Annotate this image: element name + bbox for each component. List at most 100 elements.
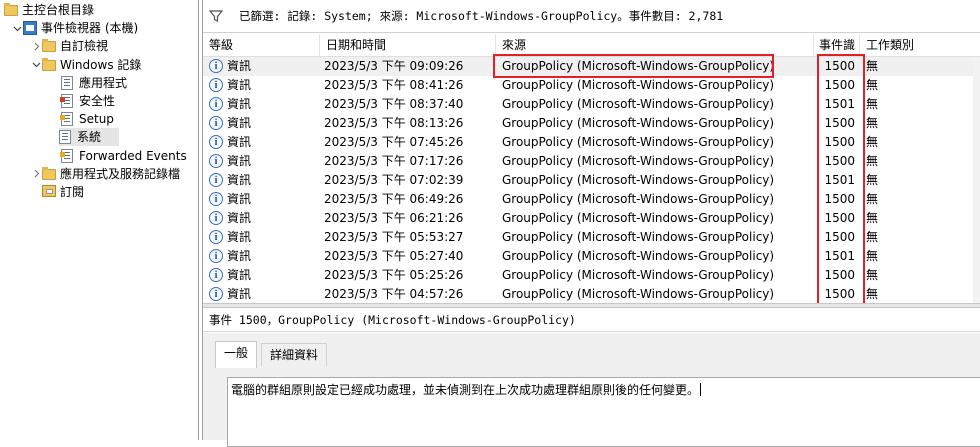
event-source: GroupPolicy (Microsoft-Windows-GroupPoli… bbox=[502, 135, 775, 149]
column-level[interactable]: 等級 bbox=[203, 34, 320, 56]
event-level: 資訊 bbox=[227, 97, 252, 111]
event-description[interactable]: 電腦的群組原則設定已經成功處理，並未偵測到在上次成功處理群組原則後的任何變更。 bbox=[227, 377, 980, 447]
highlight-event-id-box bbox=[817, 54, 865, 307]
event-date: 2023/5/3 下午 08:13:26 bbox=[324, 116, 464, 130]
filter-text: 已篩選: 記錄: System; 來源: Microsoft-Windows-G… bbox=[239, 9, 724, 23]
info-icon: i bbox=[209, 211, 223, 225]
event-level: 資訊 bbox=[227, 192, 252, 206]
event-task: 無 bbox=[866, 230, 879, 244]
tree-item[interactable]: 事件檢視器 (本機) bbox=[11, 19, 138, 37]
info-icon: i bbox=[209, 230, 223, 244]
tree-item-label: Forwarded Events bbox=[79, 148, 187, 163]
event-task: 無 bbox=[866, 249, 879, 263]
tree-item[interactable]: 安全性 bbox=[49, 92, 115, 110]
tree-item-label: 應用程式及服務記錄檔 bbox=[60, 166, 181, 181]
event-date: 2023/5/3 下午 08:41:26 bbox=[324, 78, 464, 92]
event-date: 2023/5/3 下午 05:53:27 bbox=[324, 230, 464, 244]
text-caret bbox=[700, 383, 702, 396]
column-event-id[interactable]: 事件識別碼 bbox=[814, 34, 860, 74]
column-task[interactable]: 工作類別 bbox=[860, 34, 980, 56]
event-level: 資訊 bbox=[227, 173, 252, 187]
event-date: 2023/5/3 下午 06:49:26 bbox=[324, 192, 464, 206]
event-date: 2023/5/3 下午 05:27:40 bbox=[324, 249, 464, 263]
event-source: GroupPolicy (Microsoft-Windows-GroupPoli… bbox=[502, 287, 775, 301]
tree-item-label: 主控台根目錄 bbox=[22, 3, 95, 17]
event-level: 資訊 bbox=[227, 59, 252, 73]
event-source: GroupPolicy (Microsoft-Windows-GroupPoli… bbox=[502, 97, 775, 111]
event-task: 無 bbox=[866, 268, 879, 282]
event-task: 無 bbox=[866, 287, 879, 301]
event-level: 資訊 bbox=[227, 211, 252, 225]
event-level: 資訊 bbox=[227, 135, 252, 149]
event-list-scrollbar[interactable] bbox=[973, 57, 980, 303]
column-source[interactable]: 來源 bbox=[496, 34, 814, 56]
event-source: GroupPolicy (Microsoft-Windows-GroupPoli… bbox=[502, 249, 775, 263]
tree-item[interactable]: 應用程式及服務記錄檔 bbox=[30, 165, 180, 183]
chevron-down-icon[interactable] bbox=[11, 19, 23, 37]
log-icon bbox=[60, 112, 75, 127]
event-viewer-icon bbox=[23, 21, 37, 36]
column-date[interactable]: 日期和時間 bbox=[320, 34, 496, 56]
tree-item-label: 安全性 bbox=[79, 94, 116, 108]
filter-bar: 已篩選: 記錄: System; 來源: Microsoft-Windows-G… bbox=[203, 0, 980, 33]
event-source: GroupPolicy (Microsoft-Windows-GroupPoli… bbox=[502, 192, 775, 206]
event-date: 2023/5/3 下午 04:57:26 bbox=[324, 287, 464, 301]
chevron-down-icon[interactable] bbox=[30, 56, 42, 74]
event-source: GroupPolicy (Microsoft-Windows-GroupPoli… bbox=[502, 173, 775, 187]
log-icon bbox=[59, 130, 73, 145]
event-task: 無 bbox=[866, 192, 879, 206]
highlight-source-box bbox=[493, 54, 774, 78]
event-list-pane: 已篩選: 記錄: System; 來源: Microsoft-Windows-G… bbox=[202, 0, 980, 447]
log-icon bbox=[60, 148, 75, 163]
event-description-text: 電腦的群組原則設定已經成功處理，並未偵測到在上次成功處理群組原則後的任何變更。 bbox=[231, 383, 700, 397]
subscription-icon bbox=[42, 185, 56, 199]
tree-item[interactable]: Windows 記錄 bbox=[30, 56, 141, 74]
info-icon: i bbox=[209, 78, 223, 92]
info-icon: i bbox=[209, 249, 223, 263]
tab-general[interactable]: 一般 bbox=[215, 341, 258, 368]
info-icon: i bbox=[209, 135, 223, 149]
event-task: 無 bbox=[866, 154, 879, 168]
tab-details[interactable]: 詳細資料 bbox=[261, 343, 328, 366]
info-icon: i bbox=[209, 97, 223, 111]
log-icon bbox=[61, 75, 75, 90]
folder-icon bbox=[42, 39, 56, 53]
event-task: 無 bbox=[866, 135, 879, 149]
event-task: 無 bbox=[866, 211, 879, 225]
event-source: GroupPolicy (Microsoft-Windows-GroupPoli… bbox=[502, 230, 775, 244]
event-level: 資訊 bbox=[227, 249, 252, 263]
tree-item-label: 系統 bbox=[77, 130, 102, 145]
event-source: GroupPolicy (Microsoft-Windows-GroupPoli… bbox=[502, 268, 775, 282]
console-tree: 主控台根目錄事件檢視器 (本機) 自訂檢視 Windows 記錄 應用程式安全性 Set… bbox=[0, 0, 199, 440]
tree-item[interactable]: 自訂檢視 bbox=[30, 37, 108, 55]
event-task: 無 bbox=[866, 173, 879, 187]
event-task: 無 bbox=[866, 116, 879, 130]
tree-item-label: 訂閱 bbox=[60, 185, 85, 199]
info-icon: i bbox=[209, 59, 223, 73]
filter-icon bbox=[209, 10, 223, 22]
tree-item[interactable]: 系統 bbox=[59, 128, 119, 147]
event-task: 無 bbox=[866, 59, 879, 73]
event-level: 資訊 bbox=[227, 287, 252, 301]
info-icon: i bbox=[209, 173, 223, 187]
tree-item[interactable]: 應用程式 bbox=[49, 74, 127, 92]
event-date: 2023/5/3 下午 05:25:26 bbox=[324, 268, 464, 282]
tree-item-label: 事件檢視器 (本機) bbox=[41, 21, 139, 36]
event-source: GroupPolicy (Microsoft-Windows-GroupPoli… bbox=[502, 116, 775, 130]
event-detail-title: 事件 1500，GroupPolicy (Microsoft-Windows-G… bbox=[203, 308, 980, 332]
event-source: GroupPolicy (Microsoft-Windows-GroupPoli… bbox=[502, 211, 775, 225]
tree-item[interactable]: 訂閱 bbox=[30, 183, 84, 201]
event-level: 資訊 bbox=[227, 116, 252, 130]
folder-icon bbox=[42, 58, 56, 72]
info-icon: i bbox=[209, 116, 223, 130]
chevron-right-icon[interactable] bbox=[30, 37, 42, 55]
event-task: 無 bbox=[866, 97, 879, 111]
event-date: 2023/5/3 下午 09:09:26 bbox=[324, 59, 464, 73]
tree-item-label: 自訂檢視 bbox=[60, 39, 109, 54]
tree-item[interactable]: 主控台根目錄 bbox=[0, 1, 94, 19]
tree-item[interactable]: Forwarded Events bbox=[49, 147, 187, 165]
chevron-right-icon[interactable] bbox=[30, 165, 42, 183]
tree-item[interactable]: Setup bbox=[49, 110, 114, 128]
